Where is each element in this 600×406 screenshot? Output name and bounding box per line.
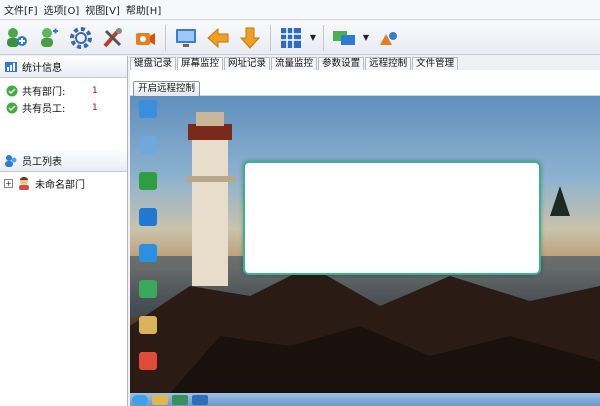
- tools-icon: [103, 27, 122, 47]
- employees-title: 员工列表: [22, 157, 62, 168]
- tree-expander[interactable]: +: [4, 178, 13, 188]
- screen-switch-icon: [333, 30, 355, 45]
- stat-value: 1: [92, 85, 98, 96]
- shapes-button[interactable]: [373, 23, 403, 53]
- start-orb-icon[interactable]: [132, 394, 148, 405]
- tools-button[interactable]: [98, 23, 128, 53]
- menu-options[interactable]: 选项[O]: [44, 2, 86, 17]
- remote-dialog-box[interactable]: [243, 161, 541, 275]
- desktop-icon[interactable]: [132, 208, 164, 244]
- taskbar-item[interactable]: [152, 394, 168, 405]
- tree-node-department[interactable]: + 未命名部门: [0, 172, 127, 194]
- stats-header[interactable]: 统计信息: [0, 56, 127, 78]
- menu-help[interactable]: 帮助[H]: [126, 2, 167, 17]
- stats-icon: [5, 61, 17, 72]
- gear-icon: [70, 26, 92, 49]
- stats-title: 统计信息: [22, 63, 62, 74]
- desktop-icon[interactable]: [132, 100, 164, 136]
- desktop-icons: [132, 100, 166, 388]
- stat-label: 共有部门:: [22, 87, 66, 98]
- back-button[interactable]: [203, 23, 233, 53]
- desktop-icon[interactable]: [132, 244, 164, 280]
- start-remote-control-button[interactable]: 开启远程控制: [133, 81, 201, 97]
- tab-url-log[interactable]: 网址记录: [224, 57, 271, 70]
- download-button[interactable]: [235, 23, 265, 53]
- remote-taskbar: [130, 393, 600, 406]
- screen-switch-button[interactable]: [329, 23, 359, 53]
- stat-row-employees: 共有员工: 1: [0, 99, 127, 116]
- stat-row-departments: 共有部门: 1: [0, 82, 127, 99]
- grid-view-button[interactable]: [276, 23, 306, 53]
- stat-label: 共有员工:: [22, 104, 66, 115]
- remote-screen-view[interactable]: [130, 96, 600, 393]
- screen-monitor-toolbar: 开启远程控制: [130, 70, 600, 97]
- menu-file[interactable]: 文件[F]: [4, 2, 44, 17]
- check-circle-icon: [6, 102, 18, 113]
- toolbar-divider: [165, 24, 166, 51]
- arrow-left-icon: [207, 27, 229, 48]
- tab-traffic-monitor[interactable]: 流量监控: [271, 57, 318, 70]
- taskbar-item[interactable]: [172, 394, 188, 405]
- user-avatar-icon: [19, 177, 29, 190]
- tab-remote-control[interactable]: 远程控制: [365, 57, 412, 70]
- users-add-icon: [7, 27, 27, 47]
- desktop-icon[interactable]: [132, 172, 164, 208]
- monitor-button[interactable]: [171, 23, 201, 53]
- toolbar-divider: [323, 24, 324, 51]
- arrow-down-icon: [239, 27, 261, 49]
- user-add-icon: [41, 27, 58, 47]
- camera-icon: [136, 32, 155, 45]
- screen-switch-dropdown[interactable]: ▼: [361, 23, 371, 53]
- tab-keyboard-log[interactable]: 键盘记录: [130, 57, 177, 70]
- check-circle-icon: [6, 85, 18, 96]
- desktop-icon[interactable]: [132, 352, 164, 388]
- menu-bar: 文件[F] 选项[O] 视图[V] 帮助[H]: [0, 0, 600, 20]
- toolbar-divider: [270, 24, 271, 51]
- settings-button[interactable]: [66, 23, 96, 53]
- toolbar: ▼ ▼: [0, 21, 600, 55]
- desktop-icon[interactable]: [132, 136, 164, 172]
- add-employee-button[interactable]: [34, 23, 64, 53]
- menu-view[interactable]: 视图[V]: [85, 2, 126, 17]
- tree-node-label: 未命名部门: [35, 179, 85, 191]
- stat-value: 1: [92, 102, 98, 113]
- desktop-icon[interactable]: [132, 280, 164, 316]
- employees-header[interactable]: 员工列表: [0, 150, 127, 172]
- tab-screen-monitor[interactable]: 屏幕监控: [177, 57, 224, 70]
- monitor-icon: [176, 28, 196, 47]
- left-panel: 统计信息 共有部门: 1 共有员工: 1 员工列表 + 未命名部门: [0, 56, 128, 406]
- grid-icon: [281, 27, 301, 48]
- add-department-button[interactable]: [2, 23, 32, 53]
- shapes-icon: [380, 31, 397, 45]
- tab-bar: 键盘记录 屏幕监控 网址记录 流量监控 参数设置 远程控制 文件管理: [130, 56, 600, 70]
- users-icon: [5, 154, 17, 167]
- camera-button[interactable]: [130, 23, 160, 53]
- taskbar-item[interactable]: [192, 394, 208, 405]
- desktop-icon[interactable]: [132, 316, 164, 352]
- tab-settings[interactable]: 参数设置: [318, 57, 365, 70]
- grid-view-dropdown[interactable]: ▼: [308, 23, 318, 53]
- tab-file-manager[interactable]: 文件管理: [412, 57, 459, 70]
